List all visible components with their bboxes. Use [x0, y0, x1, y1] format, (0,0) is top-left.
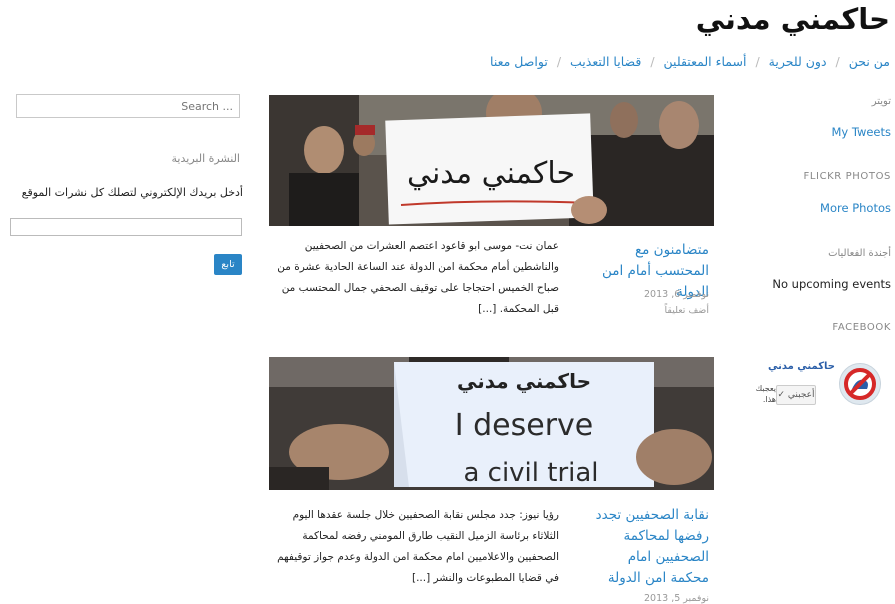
post-2-date[interactable]: نوفمبر 5, 2013 — [589, 593, 709, 604]
post-1-excerpt: عمان نت- موسى ابو قاعود اعتصم العشرات من… — [277, 240, 559, 315]
nav-separator: / — [556, 54, 562, 69]
twitter-widget-title: تويتر — [871, 96, 891, 107]
newsletter-email-field[interactable] — [10, 218, 242, 236]
nav-separator: / — [755, 54, 760, 69]
site-title[interactable]: حاكمني مدني — [696, 2, 890, 36]
flickr-widget-title: FLICKR PHOTOS — [803, 171, 891, 182]
newsletter-description: أدخل بريدك الإلكتروني لتصلك كل نشرات الم… — [21, 186, 243, 199]
post-1-date[interactable]: نوفمبر 6, 2013 — [589, 289, 709, 300]
newsletter-title: النشرة البريدية — [171, 152, 240, 165]
nav-item-contact[interactable]: تواصل معنا — [490, 54, 548, 69]
nav-separator: / — [835, 54, 840, 69]
no-events-text: No upcoming events — [772, 277, 891, 291]
svg-text:حاكمني مدني: حاكمني مدني — [407, 156, 575, 191]
protest-photo: حاكمني مدني — [269, 95, 714, 226]
civil-trial-sign-photo: حاكمني مدني I deserve a civil trial — [269, 357, 714, 490]
main-nav: من نحن / دون للحرية / أسماء المعتقلين / قضايا … — [490, 54, 890, 69]
facebook-like-text: يعجبك هذا. — [755, 384, 776, 404]
svg-text:a civil trial: a civil trial — [463, 458, 598, 488]
facebook-page-avatar[interactable] — [839, 363, 881, 405]
post-1-comments-link[interactable]: أضف تعليقاً — [589, 305, 710, 316]
post-2-excerpt: رؤيا نيوز: جدد مجلس نقابة الصحفيين خلال … — [277, 509, 559, 584]
post-2-image[interactable]: حاكمني مدني I deserve a civil trial — [269, 357, 714, 490]
svg-text:I deserve: I deserve — [455, 408, 594, 443]
my-tweets-link[interactable]: My Tweets — [831, 125, 891, 139]
post-1-image[interactable]: حاكمني مدني — [269, 95, 714, 226]
more-photos-link[interactable]: More Photos — [820, 201, 891, 215]
nav-item-detainees[interactable]: أسماء المعتقلين — [664, 54, 747, 69]
nav-item-about[interactable]: من نحن — [849, 54, 890, 69]
facebook-page-name[interactable]: حاكمني مدني — [768, 361, 835, 372]
search-input[interactable] — [16, 94, 240, 118]
nav-item-torture-cases[interactable]: قضايا التعذيب — [570, 54, 641, 69]
svg-text:حاكمني مدني: حاكمني مدني — [457, 369, 591, 394]
facebook-widget-title: FACEBOOK — [832, 322, 891, 333]
post-2-title[interactable]: نقابة الصحفيين تجدد رفضها لمحاكمة الصحفي… — [589, 505, 709, 589]
events-widget-title: أجندة الفعاليات — [828, 248, 891, 259]
facebook-like-button[interactable]: ✓ أعجبني — [776, 385, 816, 405]
newsletter-subscribe-button[interactable]: تابع — [214, 254, 242, 275]
nav-separator: / — [650, 54, 655, 69]
nav-item-freedom[interactable]: دون للحرية — [769, 54, 827, 69]
no-entry-icon — [844, 368, 876, 400]
